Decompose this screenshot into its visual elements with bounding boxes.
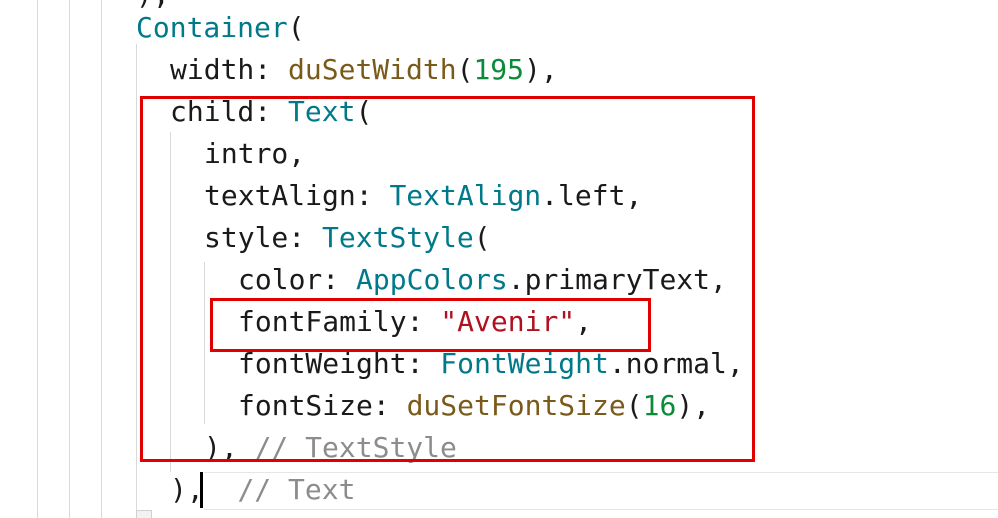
code-line-text-close[interactable]: ), // Text xyxy=(170,469,355,511)
indent-guide xyxy=(136,44,137,518)
highlight-box-font-family xyxy=(210,298,651,352)
text-cursor xyxy=(200,472,203,508)
punctuation-token: ( xyxy=(456,53,474,86)
punctuation-token: ), xyxy=(524,53,558,86)
punctuation-token: ( xyxy=(287,11,305,44)
property-token: width: xyxy=(170,53,289,86)
code-line-container[interactable]: Container( xyxy=(136,7,305,49)
code-editor[interactable]: ), Container( width: duSetWidth(195), ch… xyxy=(0,0,998,518)
punctuation-token: ), xyxy=(170,473,204,506)
comment-token: // Text xyxy=(237,473,356,506)
class-token: Container xyxy=(136,11,288,44)
highlight-box-text-widget xyxy=(140,96,755,462)
indent-guide xyxy=(101,0,102,518)
indent-guide xyxy=(69,0,70,518)
number-token: 195 xyxy=(473,53,525,86)
function-token: duSetWidth xyxy=(288,53,457,86)
indent-guide xyxy=(37,0,38,518)
code-line-width[interactable]: width: duSetWidth(195), xyxy=(170,49,558,91)
fold-marker[interactable] xyxy=(136,510,152,518)
